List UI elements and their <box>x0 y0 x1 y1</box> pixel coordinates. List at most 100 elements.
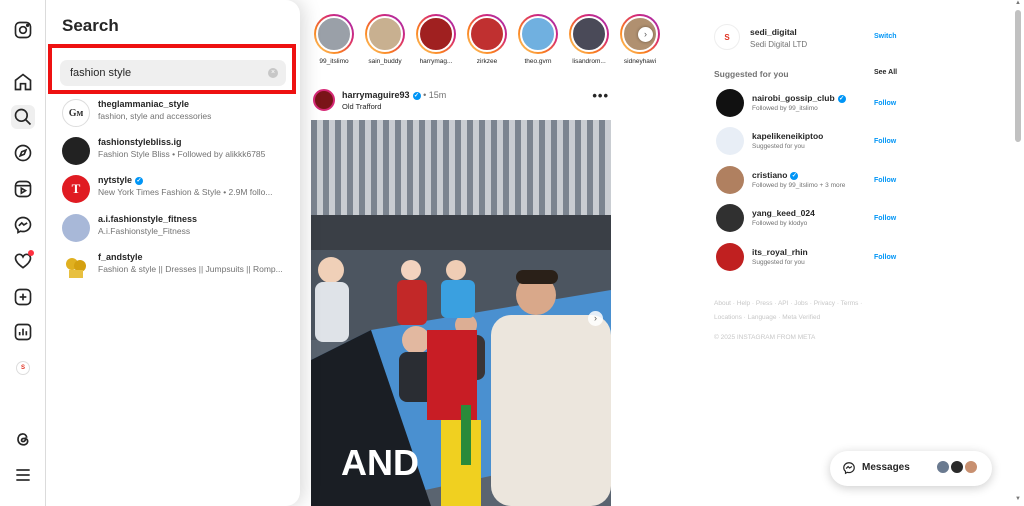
left-nav-rail: S <box>0 0 46 506</box>
result-subtitle: New York Times Fashion & Style • 2.9M fo… <box>98 187 273 197</box>
account-avatar[interactable]: S <box>714 24 740 50</box>
suggestion-subtitle: Followed by 99_itslimo <box>752 105 818 112</box>
follow-button[interactable]: Follow <box>874 138 896 145</box>
reels-icon[interactable] <box>11 177 35 201</box>
suggestion-subtitle: Suggested for you <box>752 259 805 266</box>
story-username: lisandrom... <box>572 58 606 65</box>
story-username: 99_itslimo <box>319 58 349 65</box>
messenger-icon[interactable] <box>11 213 35 237</box>
story-item[interactable]: zirkzee <box>465 14 509 65</box>
suggestion-username[interactable]: its_royal_rhin <box>752 247 808 257</box>
suggestion-avatar[interactable] <box>716 127 744 155</box>
result-username: f_andstyle <box>98 252 143 262</box>
messages-label: Messages <box>862 462 910 473</box>
suggestion-avatar[interactable] <box>716 204 744 232</box>
result-subtitle: Fashion Style Bliss • Followed by alikkk… <box>98 149 266 159</box>
result-username: a.i.fashionstyle_fitness <box>98 214 198 224</box>
result-username: fashionstylebliss.ig <box>98 137 182 147</box>
result-subtitle: Fashion & style || Dresses || Jumpsuits … <box>98 264 283 274</box>
post-time: • 15m <box>423 90 447 100</box>
dashboard-chart-icon[interactable] <box>11 320 35 344</box>
follow-button[interactable]: Follow <box>874 254 896 261</box>
suggestion-username[interactable]: nairobi_gossip_club ✓ <box>752 93 846 103</box>
message-avatar <box>950 460 964 474</box>
suggestion-avatar[interactable] <box>716 166 744 194</box>
home-icon[interactable] <box>11 70 35 94</box>
account-fullname: Sedi Digital LTD <box>750 40 808 49</box>
right-sidebar: S sedi_digital Sedi Digital LTD Switch S… <box>712 0 902 360</box>
suggestion-username[interactable]: yang_keed_024 <box>752 208 815 218</box>
search-result-item[interactable]: f_andstyle Fashion & style || Dresses ||… <box>60 250 296 284</box>
suggestion-username[interactable]: kapelikeneikiptoo <box>752 131 823 141</box>
clear-search-button[interactable]: × <box>268 68 278 78</box>
account-username[interactable]: sedi_digital <box>750 27 797 37</box>
result-username: nytstyle ✓ <box>98 175 144 185</box>
notification-dot <box>28 250 34 256</box>
search-result-item[interactable]: T nytstyle ✓ New York Times Fashion & Sty… <box>60 173 296 207</box>
profile-avatar-icon[interactable]: S <box>11 356 35 380</box>
story-item[interactable]: sain_buddy <box>363 14 407 65</box>
result-subtitle: A.i.Fashionstyle_Fitness <box>98 226 191 236</box>
suggestion-subtitle: Suggested for you <box>752 143 805 150</box>
copyright: © 2025 INSTAGRAM FROM META <box>714 334 816 341</box>
follow-button[interactable]: Follow <box>874 100 896 107</box>
threads-icon[interactable] <box>11 427 35 451</box>
stories-next-arrow-icon[interactable]: › <box>638 27 653 42</box>
svg-text:AND: AND <box>341 442 419 483</box>
story-username: sidneyhawi <box>623 58 657 65</box>
suggestion-subtitle: Followed by 99_itslimo + 3 more <box>752 182 846 189</box>
verified-badge-icon: ✓ <box>790 171 799 180</box>
stories-tray: 99_itslimo sain_buddy harrymag... zirkze… <box>300 14 670 74</box>
story-username: sain_buddy <box>368 58 402 65</box>
switch-account-link[interactable]: Switch <box>874 33 897 40</box>
see-all-link[interactable]: See All <box>874 69 897 76</box>
search-icon[interactable] <box>11 105 35 129</box>
more-menu-icon[interactable] <box>11 463 35 487</box>
suggestion-avatar[interactable] <box>716 243 744 271</box>
explore-icon[interactable] <box>11 141 35 165</box>
search-result-item[interactable]: Gм theglammaniac_style fashion, style an… <box>60 97 296 131</box>
scrollbar-up-arrow-icon[interactable]: ▲ <box>1014 0 1022 8</box>
search-result-item[interactable]: a.i.fashionstyle_fitness A.i.Fashionstyl… <box>60 212 296 246</box>
scrollbar-down-arrow-icon[interactable]: ▼ <box>1014 496 1022 504</box>
follow-button[interactable]: Follow <box>874 177 896 184</box>
post-username[interactable]: harrymaguire93 <box>342 90 410 100</box>
create-plus-icon[interactable] <box>11 285 35 309</box>
follow-button[interactable]: Follow <box>874 215 896 222</box>
post-more-options-icon[interactable]: ••• <box>592 88 609 103</box>
verified-badge-icon: ✓ <box>135 176 144 185</box>
result-username: theglammaniac_style <box>98 99 190 109</box>
suggestion-username[interactable]: cristiano ✓ <box>752 170 799 180</box>
post-author[interactable]: harrymaguire93 ✓ • 15m <box>342 90 446 100</box>
messages-button[interactable]: Messages <box>830 451 992 486</box>
post-photo[interactable]: AND <box>311 120 611 506</box>
scrollbar-thumb[interactable] <box>1015 10 1021 142</box>
search-result-item[interactable]: fashionstylebliss.ig Fashion Style Bliss… <box>60 135 296 169</box>
suggestion-subtitle: Followed by klodyo <box>752 220 808 227</box>
result-avatar: T <box>62 175 90 203</box>
result-avatar: Gм <box>62 99 90 127</box>
story-item[interactable]: harrymag... <box>414 14 458 65</box>
post-author-avatar[interactable] <box>313 89 335 111</box>
notifications-heart-icon[interactable] <box>11 249 35 273</box>
suggestions-title: Suggested for you <box>714 69 789 79</box>
result-avatar <box>62 214 90 242</box>
message-avatar <box>936 460 950 474</box>
instagram-app: S Search × Gм theglammaniac_style fashio… <box>0 0 1024 506</box>
suggestion-avatar[interactable] <box>716 89 744 117</box>
post-header: harrymaguire93 ✓ • 15m Old Trafford ••• <box>311 88 611 114</box>
story-item[interactable]: theo.gvrn <box>516 14 560 65</box>
result-subtitle: fashion, style and accessories <box>98 111 212 121</box>
search-box-highlight: × <box>48 44 296 94</box>
message-avatar <box>964 460 978 474</box>
story-item[interactable]: lisandrom... <box>567 14 611 65</box>
post-location[interactable]: Old Trafford <box>342 102 381 111</box>
search-field[interactable]: × <box>60 60 286 86</box>
search-input[interactable] <box>70 67 260 79</box>
instagram-logo-icon[interactable] <box>11 18 35 42</box>
story-item[interactable]: 99_itslimo <box>312 14 356 65</box>
story-username: zirkzee <box>476 58 498 65</box>
post-photo-illustration: AND <box>311 120 611 506</box>
carousel-next-arrow-icon[interactable]: › <box>588 311 603 326</box>
footer-links[interactable]: About · Help · Press · API · Jobs · Priv… <box>714 297 884 325</box>
